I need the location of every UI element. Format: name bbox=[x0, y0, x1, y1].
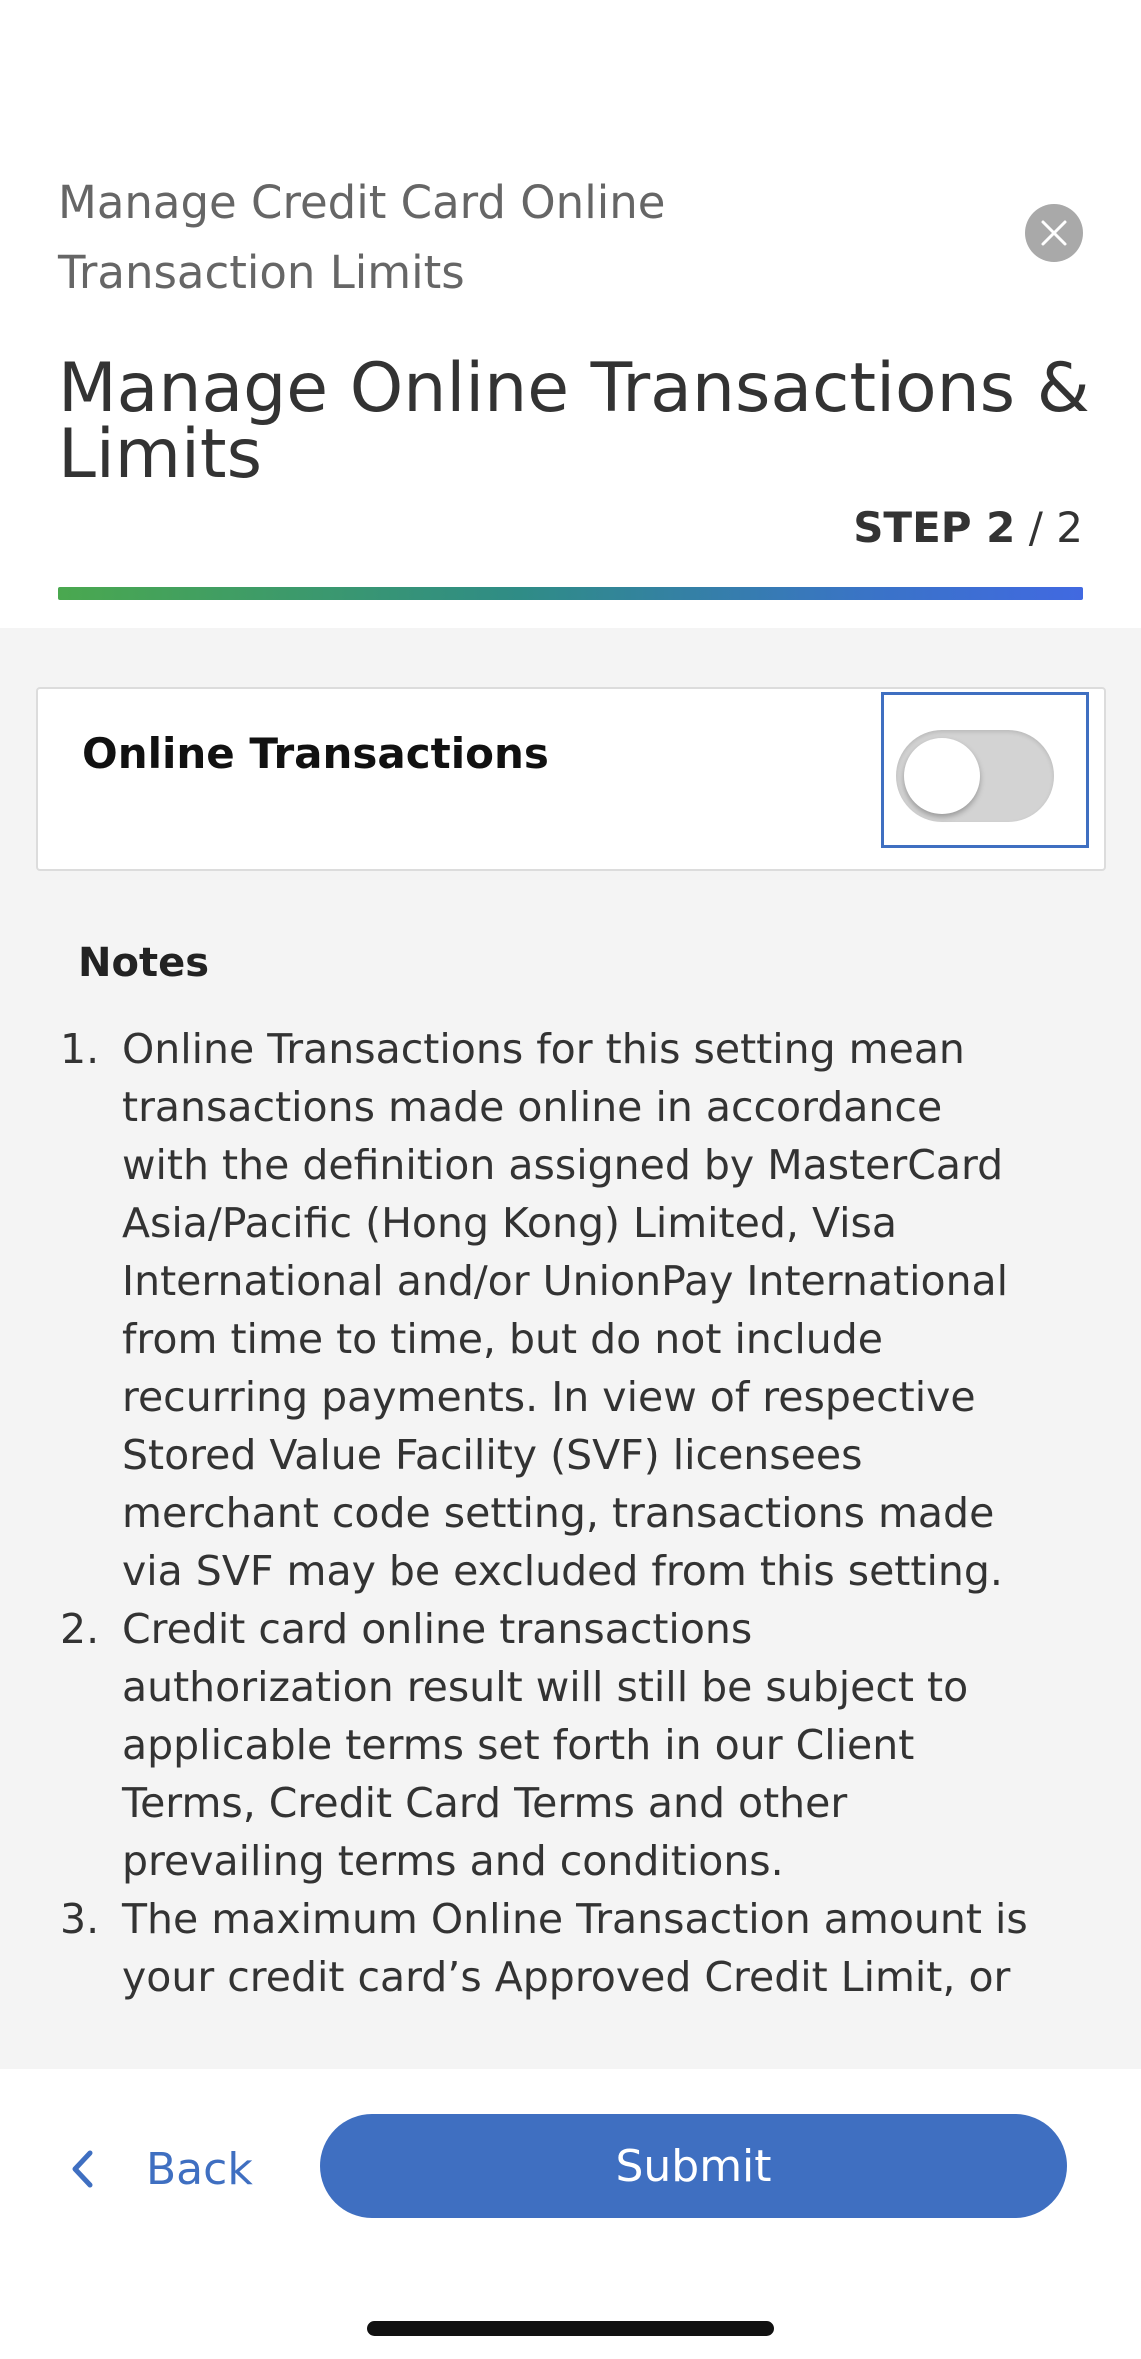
content-area: Online Transactions Notes 1. Online Tran… bbox=[0, 628, 1141, 2069]
note-text: Credit card online transactions authoriz… bbox=[122, 1605, 969, 1885]
step-total: / 2 bbox=[1028, 503, 1083, 552]
close-button[interactable] bbox=[1025, 204, 1083, 262]
online-transactions-toggle[interactable] bbox=[896, 730, 1054, 822]
header: Manage Credit Card Online Transaction Li… bbox=[0, 0, 1141, 628]
toggle-knob bbox=[904, 738, 980, 814]
note-number: 3. bbox=[60, 1895, 100, 1943]
list-item: 2. Credit card online transactions autho… bbox=[60, 1600, 1030, 1890]
page-supertitle: Manage Credit Card Online Transaction Li… bbox=[58, 176, 666, 299]
note-number: 1. bbox=[60, 1025, 100, 1073]
home-indicator bbox=[367, 2321, 774, 2336]
notes-heading: Notes bbox=[78, 940, 210, 986]
chevron-left-icon bbox=[70, 2147, 110, 2191]
online-transactions-card: Online Transactions bbox=[36, 687, 1106, 871]
back-button[interactable]: Back bbox=[70, 2129, 253, 2209]
screen: Manage Credit Card Online Transaction Li… bbox=[0, 0, 1141, 2359]
list-item: 1. Online Transactions for this setting … bbox=[60, 1020, 1030, 1600]
online-transactions-label: Online Transactions bbox=[82, 729, 549, 778]
submit-button[interactable]: Submit bbox=[320, 2114, 1067, 2218]
notes-list: 1. Online Transactions for this setting … bbox=[60, 1020, 1030, 2006]
note-number: 2. bbox=[60, 1605, 100, 1653]
step-current: STEP 2 bbox=[853, 503, 1016, 552]
footer: Back Submit bbox=[0, 2069, 1141, 2359]
note-text: Online Transactions for this setting mea… bbox=[122, 1025, 1009, 1595]
step-indicator: STEP 2 / 2 bbox=[853, 503, 1083, 552]
list-item: 3. The maximum Online Transaction amount… bbox=[60, 1890, 1030, 2006]
note-text: The maximum Online Transaction amount is… bbox=[122, 1895, 1028, 2001]
back-label: Back bbox=[146, 2143, 253, 2195]
progress-bar bbox=[58, 587, 1083, 600]
close-icon bbox=[1041, 220, 1067, 246]
page-title: Manage Online Transactions & Limits bbox=[58, 349, 1090, 494]
